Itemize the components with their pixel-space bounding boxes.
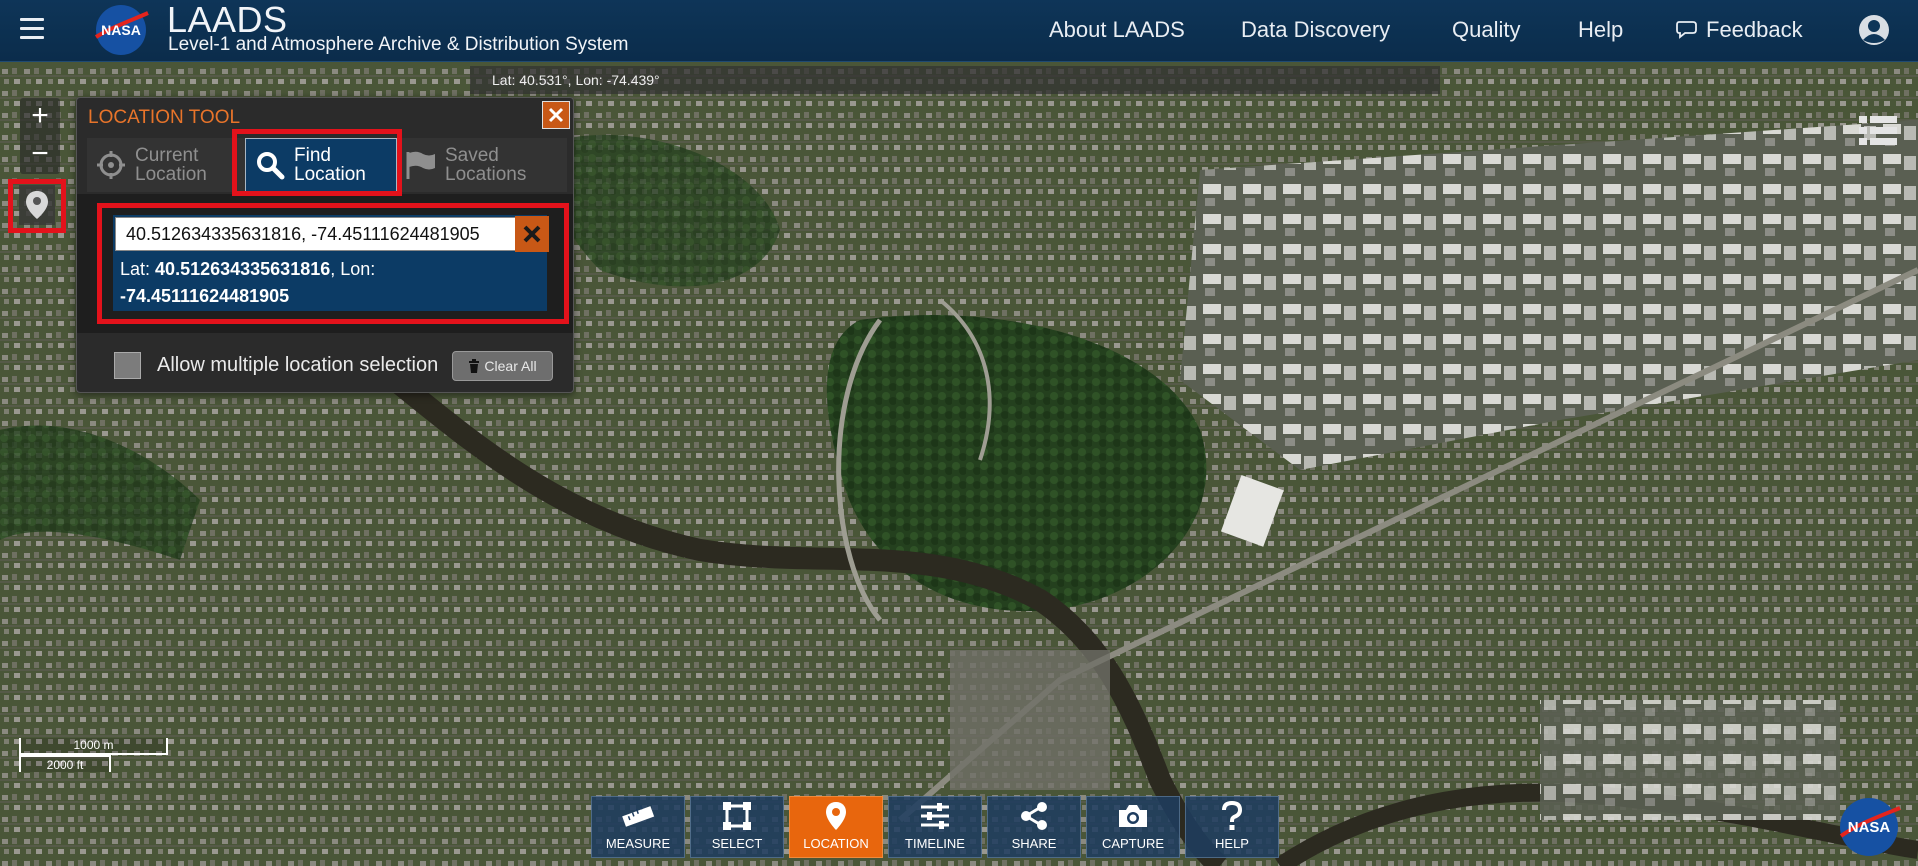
cursor-coordinates: Lat: 40.531°, Lon: -74.439° <box>470 66 1440 94</box>
clear-all-label: Clear All <box>484 358 537 374</box>
scale-metric: 1000 m <box>19 738 168 755</box>
share-icon <box>1021 802 1047 830</box>
camera-icon <box>1119 805 1147 827</box>
zoom-out-button[interactable]: − <box>20 136 60 174</box>
nasa-corner-logo[interactable]: NASA <box>1836 796 1902 858</box>
nav-data-discovery[interactable]: Data Discovery <box>1241 18 1390 42</box>
tab-saved-locations[interactable]: Saved Locations <box>397 138 567 192</box>
timeline-label: TIMELINE <box>905 836 965 851</box>
feedback-label: Feedback <box>1706 17 1803 42</box>
highlight-box-pin <box>8 179 66 233</box>
multi-select-label: Allow multiple location selection <box>157 354 439 376</box>
nav-help[interactable]: Help <box>1578 18 1623 42</box>
location-button[interactable]: LOCATION <box>789 796 883 858</box>
share-label: SHARE <box>1011 836 1057 851</box>
zoom-controls: + − <box>20 98 60 174</box>
close-icon <box>548 107 564 123</box>
flag-icon <box>406 151 435 179</box>
tab-current-label: Current Location <box>135 145 207 185</box>
select-label: SELECT <box>711 836 763 851</box>
hamburger-icon[interactable] <box>20 18 44 40</box>
tab-saved-label: Saved Locations <box>445 145 527 185</box>
nasa-logo[interactable]: NASA <box>90 3 152 57</box>
highlight-box-find-tab <box>232 129 402 196</box>
share-button[interactable]: SHARE <box>987 796 1081 858</box>
app-header: NASA LAADS Level-1 and Atmosphere Archiv… <box>0 0 1918 62</box>
highlight-box-search <box>97 203 569 324</box>
capture-label: CAPTURE <box>1101 836 1165 851</box>
chat-bubble-icon <box>1676 21 1697 39</box>
panel-title: LOCATION TOOL <box>88 107 241 128</box>
trash-icon <box>469 359 480 373</box>
user-account-icon[interactable] <box>1858 14 1890 46</box>
sliders-icon <box>921 803 949 829</box>
crosshair-icon <box>97 151 125 179</box>
ruler-icon <box>622 805 655 827</box>
map-pin-icon <box>826 802 846 830</box>
measure-button[interactable]: MEASURE <box>591 796 685 858</box>
nav-quality[interactable]: Quality <box>1452 18 1520 42</box>
nav-about[interactable]: About LAADS <box>1049 18 1185 42</box>
zoom-in-button[interactable]: + <box>20 98 60 136</box>
panel-close-button[interactable] <box>542 101 570 129</box>
bounding-box-icon <box>723 802 751 830</box>
app-subtitle: Level-1 and Atmosphere Archive & Distrib… <box>168 34 629 55</box>
question-mark-icon <box>1222 801 1243 830</box>
nav-feedback[interactable]: Feedback <box>1676 18 1803 42</box>
help-button[interactable]: HELP <box>1185 796 1279 858</box>
tab-current-location[interactable]: Current Location <box>87 138 247 192</box>
multi-select-row: Allow multiple location selection Clear … <box>77 340 573 392</box>
multi-select-checkbox[interactable] <box>114 352 141 379</box>
timeline-button[interactable]: TIMELINE <box>888 796 982 858</box>
clear-all-button[interactable]: Clear All <box>452 351 553 381</box>
scale-imperial: 2000 ft <box>19 755 111 772</box>
help-label: HELP <box>1215 836 1249 851</box>
location-label: LOCATION <box>803 836 869 851</box>
capture-button[interactable]: CAPTURE <box>1086 796 1180 858</box>
svg-text:NASA: NASA <box>1848 819 1891 836</box>
measure-label: MEASURE <box>605 836 671 851</box>
svg-text:NASA: NASA <box>101 22 141 38</box>
layers-list-icon[interactable] <box>1858 114 1898 148</box>
select-button[interactable]: SELECT <box>690 796 784 858</box>
